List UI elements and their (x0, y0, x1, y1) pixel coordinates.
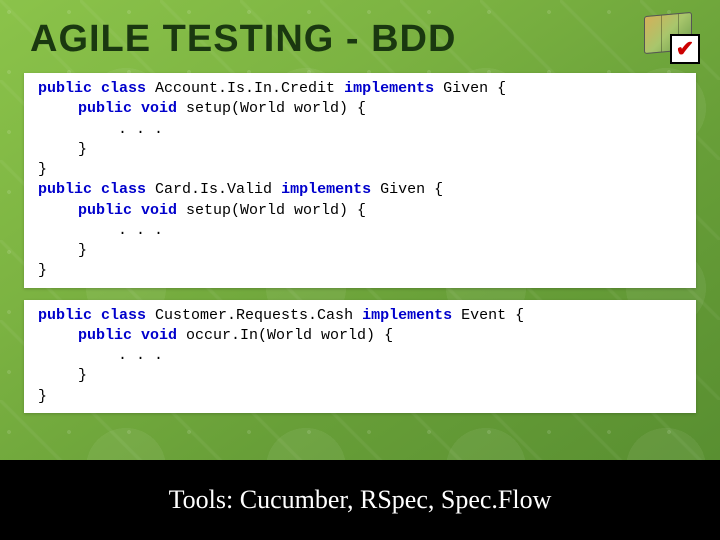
code-text: } (38, 366, 87, 386)
code-text: } (38, 262, 47, 279)
slide-title: AGILE TESTING - BDD (0, 0, 720, 69)
code-text: occur.In(World world) { (177, 327, 393, 344)
checkbox-icon: ✔ (670, 34, 700, 64)
code-text: } (38, 388, 47, 405)
code-keyword: implements (281, 181, 371, 198)
code-text: Given { (371, 181, 443, 198)
code-text: . . . (38, 120, 163, 140)
code-keyword: public void (78, 100, 177, 117)
code-keyword: public class (38, 307, 146, 324)
code-block-2: public class Customer.Requests.Cash impl… (24, 300, 696, 413)
corner-icon-group: ✔ (644, 14, 700, 64)
code-keyword: public class (38, 181, 146, 198)
code-class-name: Customer.Requests.Cash (146, 307, 362, 324)
slide: AGILE TESTING - BDD ✔ public class Accou… (0, 0, 720, 540)
code-keyword: public void (78, 327, 177, 344)
footer-bar: Tools: Cucumber, RSpec, Spec.Flow (0, 460, 720, 540)
code-keyword: public void (78, 202, 177, 219)
code-text: } (38, 241, 87, 261)
code-text: Event { (452, 307, 524, 324)
code-text: Given { (434, 80, 506, 97)
code-text: setup(World world) { (177, 202, 366, 219)
code-text: setup(World world) { (177, 100, 366, 117)
code-text: } (38, 161, 47, 178)
code-class-name: Card.Is.Valid (146, 181, 281, 198)
code-text: . . . (38, 346, 163, 366)
code-keyword: implements (344, 80, 434, 97)
code-text: } (38, 140, 87, 160)
code-class-name: Account.Is.In.Credit (146, 80, 344, 97)
code-text: . . . (38, 221, 163, 241)
code-block-1: public class Account.Is.In.Credit implem… (24, 73, 696, 288)
code-keyword: implements (362, 307, 452, 324)
footer-text: Tools: Cucumber, RSpec, Spec.Flow (169, 485, 552, 515)
code-keyword: public class (38, 80, 146, 97)
